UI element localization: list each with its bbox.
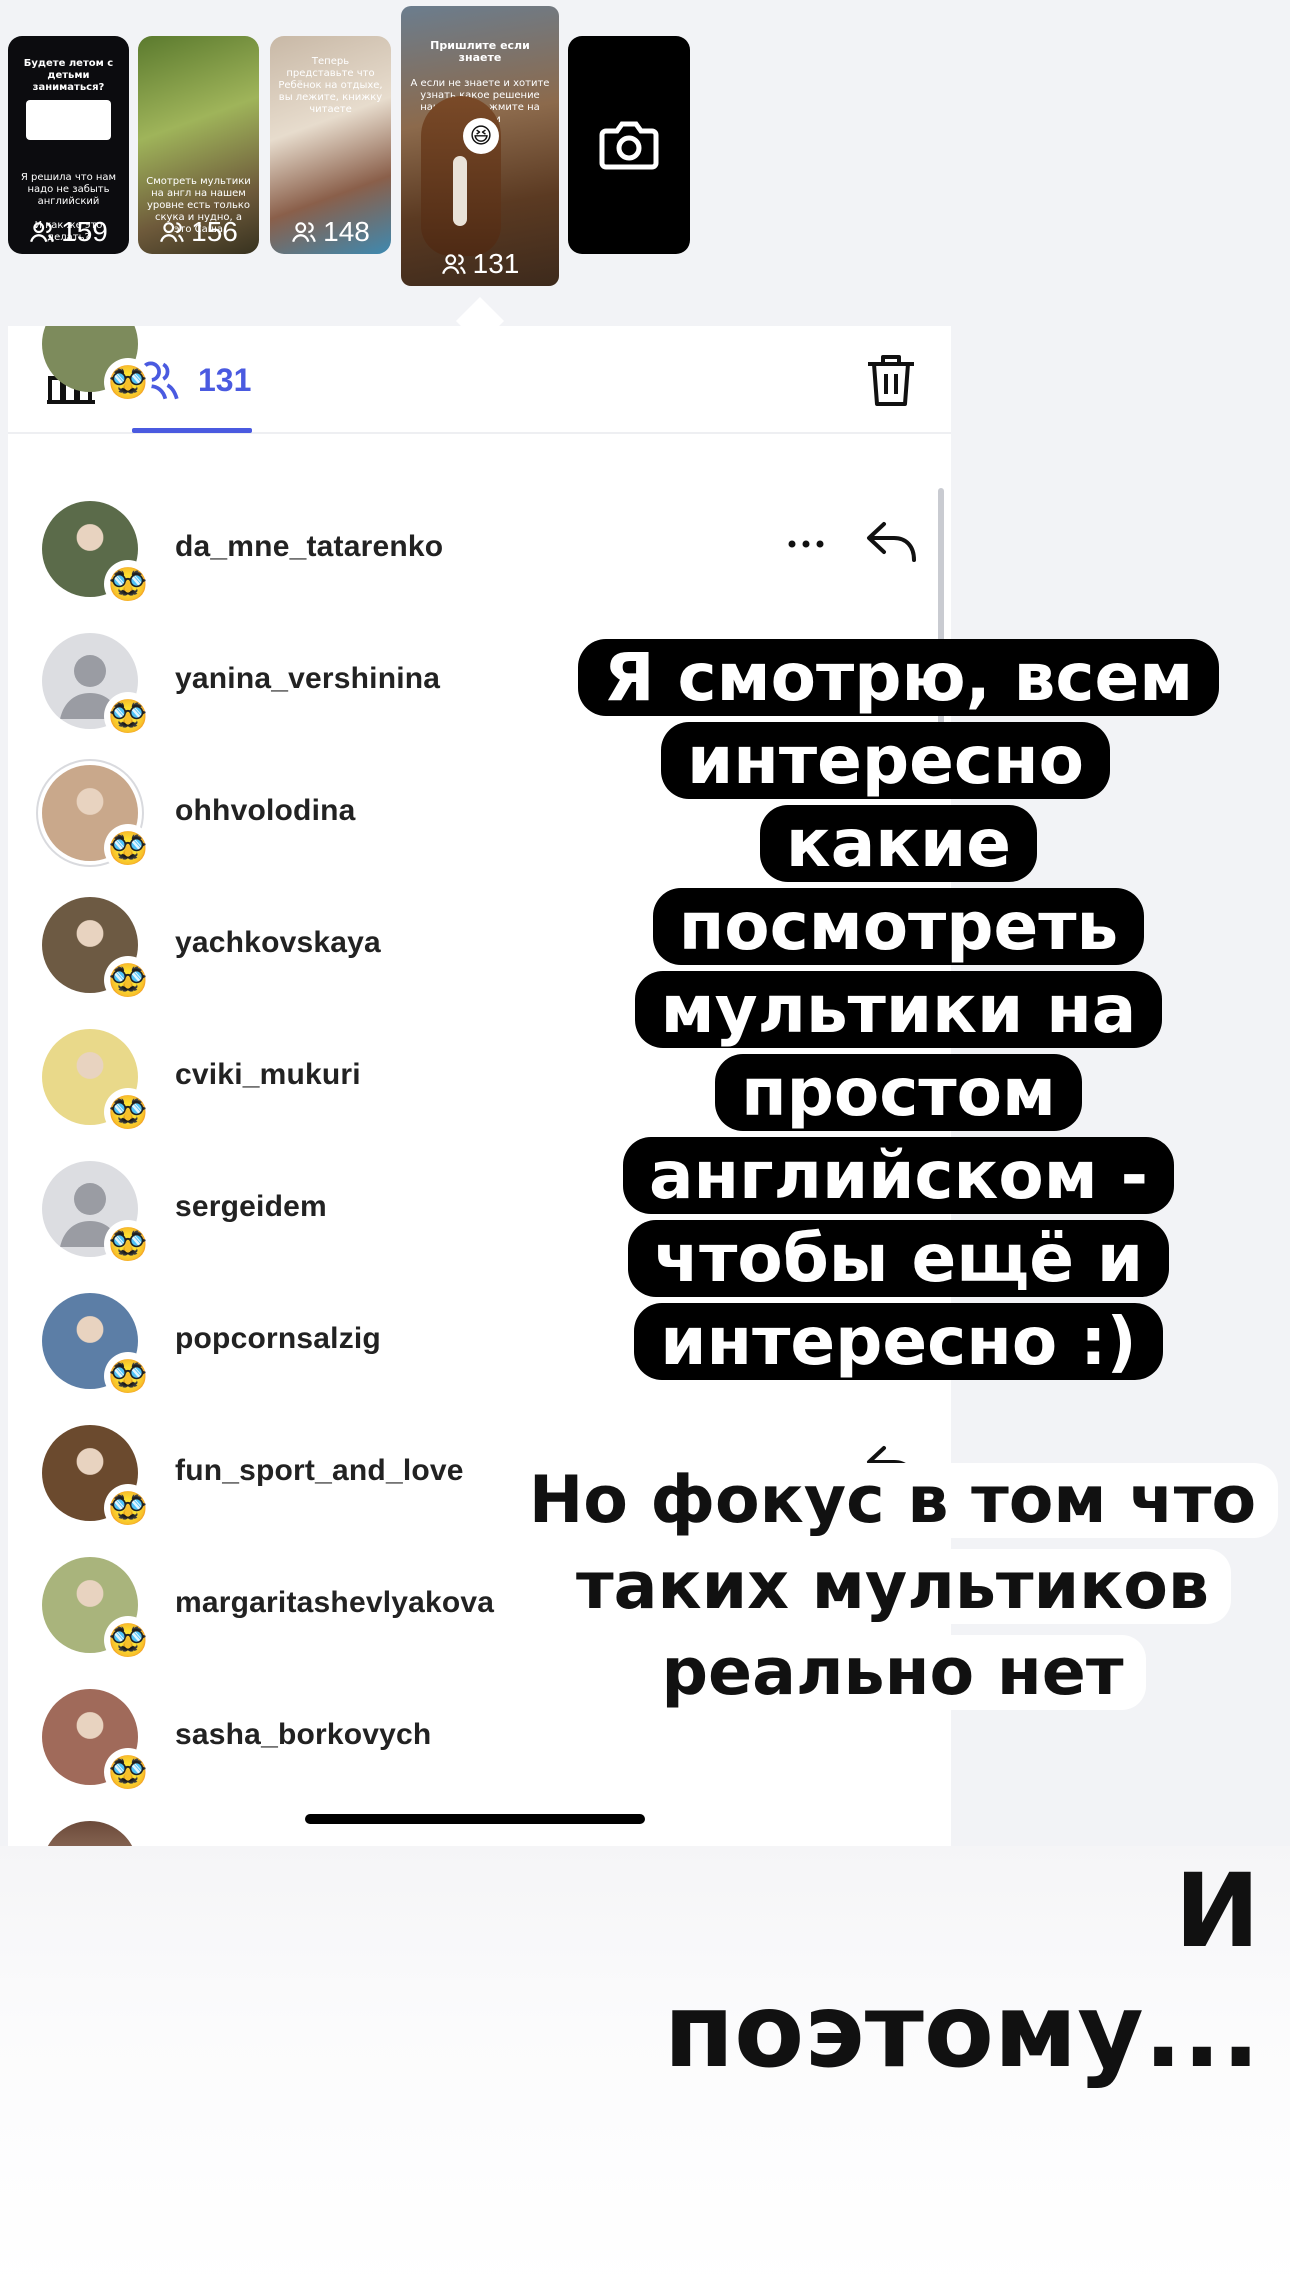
- story-thumbnail-3[interactable]: Теперь представьте что Ребёнок на отдыхе…: [270, 36, 391, 254]
- more-options-icon[interactable]: [786, 538, 826, 550]
- viewers-icon: [292, 222, 317, 243]
- sticker-black-line: мультики на: [634, 971, 1163, 1048]
- viewer-row[interactable]: 🥸 da_mne_tatarenko: [8, 480, 951, 612]
- sticker-black-line: интересно какие: [661, 722, 1110, 882]
- story-caption-top: Будете летом с детьми заниматься?: [23, 58, 114, 93]
- sticker-black-line: чтобы ещё и: [627, 1220, 1170, 1297]
- reaction-badge: 🥸: [104, 1352, 152, 1400]
- horse-blaze: [453, 156, 467, 226]
- sticker-white-line: таких мультиков: [553, 1549, 1232, 1624]
- viewer-username[interactable]: fun_sport_and_love: [175, 1454, 464, 1488]
- viewers-icon: [441, 254, 466, 275]
- viewer-username[interactable]: sergeidem: [175, 1190, 327, 1224]
- reaction-badge: 🥸: [104, 1484, 152, 1532]
- story-views: 148: [270, 216, 391, 248]
- viewer-username[interactable]: ohhvolodina: [175, 794, 356, 828]
- reaction-badge: 🥸: [104, 824, 152, 872]
- viewer-row-partial[interactable]: 🥸: [8, 326, 951, 434]
- bottom-text: И поэтому...: [663, 1852, 1260, 2091]
- reaction-badge: 🥸: [104, 1748, 152, 1796]
- sticker-black-line: Я смотрю, всем: [577, 639, 1220, 716]
- sticker-white-line: Но фокус в том что: [506, 1463, 1279, 1538]
- reaction-badge: 🥸: [104, 358, 152, 406]
- reaction-badge: 🥸: [104, 1088, 152, 1136]
- reaction-badge: 🥸: [104, 956, 152, 1004]
- camera-icon: [599, 121, 659, 170]
- viewer-username[interactable]: margaritashevlyakova: [175, 1586, 494, 1620]
- viewer-username[interactable]: da_mne_tatarenko: [175, 530, 443, 564]
- story-thumbnail-1[interactable]: Будете летом с детьми заниматься? Я реши…: [8, 36, 129, 254]
- viewer-username[interactable]: cviki_mukuri: [175, 1058, 361, 1092]
- story-caption-top: Пришлите если знаете: [430, 39, 530, 64]
- viewer-username[interactable]: yanina_vershinina: [175, 662, 440, 696]
- sticker-black-line: английском -: [622, 1137, 1175, 1214]
- viewers-icon: [30, 222, 55, 243]
- story-views: 156: [138, 216, 259, 248]
- viewer-username[interactable]: yachkovskaya: [175, 926, 381, 960]
- story-views: 159: [8, 216, 129, 248]
- story-thumbnail-2[interactable]: Смотреть мультики на англ на нашем уровн…: [138, 36, 259, 254]
- story-thumbnail-4-selected[interactable]: Пришлите если знаете А если не знаете и …: [401, 6, 559, 286]
- viewer-username[interactable]: popcornsalzig: [175, 1322, 381, 1356]
- text-sticker-black: Я смотрю, всем интересно какие посмотреть м…: [561, 636, 1236, 1383]
- add-story-button[interactable]: [568, 36, 690, 254]
- story-caption: Теперь представьте что Ребёнок на отдыхе…: [278, 56, 383, 115]
- story-strip: Будете летом с детьми заниматься? Я реши…: [0, 0, 1290, 346]
- reaction-badge: 🥸: [104, 692, 152, 740]
- reaction-badge: 🥸: [104, 1616, 152, 1664]
- text-sticker-white: Но фокус в том что таких мультиков реально…: [505, 1458, 1280, 1716]
- reply-icon[interactable]: [864, 516, 920, 568]
- poll-card: [26, 100, 111, 140]
- avatar: [42, 1821, 138, 1846]
- viewers-icon: [160, 222, 185, 243]
- viewer-username[interactable]: sasha_borkovych: [175, 1718, 431, 1752]
- story-views: 131: [401, 248, 559, 280]
- sticker-white-line: реально нет: [639, 1635, 1146, 1710]
- reaction-badge: 🥸: [104, 560, 152, 608]
- sticker-black-line: посмотреть: [652, 888, 1145, 965]
- sticker-black-line: интересно :): [634, 1303, 1163, 1380]
- home-indicator: [305, 1814, 645, 1824]
- sticker-black-line: простом: [715, 1054, 1082, 1131]
- emoji-slider: 😆: [463, 118, 499, 154]
- reaction-badge: 🥸: [104, 1220, 152, 1268]
